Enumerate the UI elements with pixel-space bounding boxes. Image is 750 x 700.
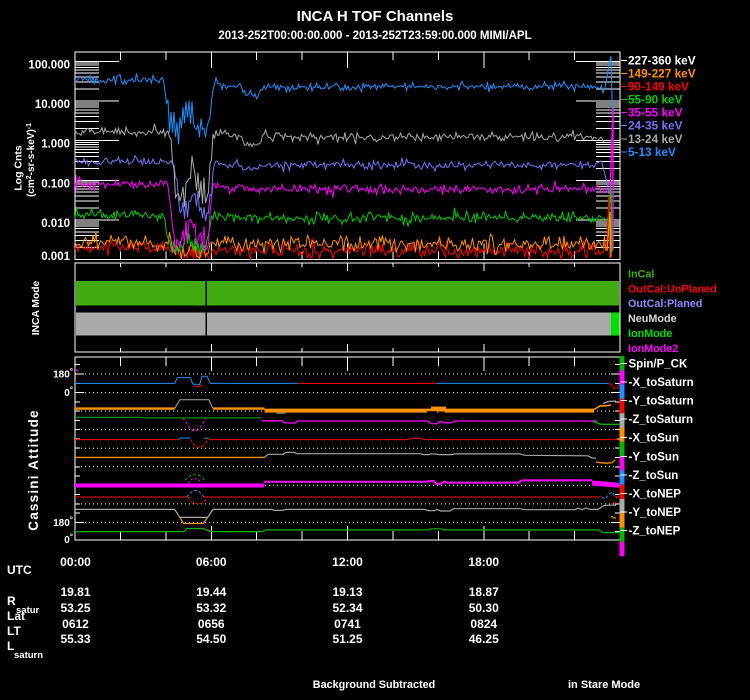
svg-text:Spin/P_CK: Spin/P_CK bbox=[629, 359, 688, 371]
svg-text:13-24 keV: 13-24 keV bbox=[628, 132, 683, 146]
svg-text:INCA H TOF Channels: INCA H TOF Channels bbox=[297, 8, 454, 25]
svg-text:12:00: 12:00 bbox=[332, 555, 363, 569]
svg-text:-Z_toNEP: -Z_toNEP bbox=[629, 525, 681, 537]
svg-text:-Y_toSaturn: -Y_toSaturn bbox=[629, 396, 694, 408]
svg-text:19.81: 19.81 bbox=[60, 585, 90, 599]
svg-text:06:00: 06:00 bbox=[196, 555, 227, 569]
svg-text:18:00: 18:00 bbox=[468, 555, 499, 569]
svg-text:54.50: 54.50 bbox=[196, 632, 226, 646]
svg-text:227-360 keV: 227-360 keV bbox=[628, 53, 696, 67]
svg-text:0.010: 0.010 bbox=[41, 218, 70, 230]
svg-text:-Z_toSun: -Z_toSun bbox=[629, 470, 679, 482]
svg-text:Log Cnts: Log Cnts bbox=[13, 145, 25, 191]
svg-text:2013-252T00:00:00.000 - 2013-2: 2013-252T00:00:00.000 - 2013-252T23:59:0… bbox=[218, 30, 531, 42]
svg-text:OutCal:Planed: OutCal:Planed bbox=[628, 298, 702, 310]
svg-text:0741: 0741 bbox=[334, 617, 361, 631]
svg-text:51.25: 51.25 bbox=[332, 632, 362, 646]
svg-text:53.32: 53.32 bbox=[196, 601, 226, 615]
svg-text:0.100: 0.100 bbox=[41, 178, 70, 190]
svg-text:(cm2-sr-s-keV)-1: (cm2-sr-s-keV)-1 bbox=[26, 123, 37, 197]
svg-text:55-90 keV: 55-90 keV bbox=[628, 93, 683, 107]
svg-text:19.13: 19.13 bbox=[332, 585, 362, 599]
svg-text:1.000: 1.000 bbox=[41, 139, 70, 151]
svg-text:InCal: InCal bbox=[628, 269, 654, 281]
svg-text:-X_toSun: -X_toSun bbox=[629, 433, 679, 445]
svg-text:10.000: 10.000 bbox=[35, 99, 70, 111]
svg-text:50.30: 50.30 bbox=[469, 601, 499, 615]
svg-text:Cassini Attitude: Cassini Attitude bbox=[26, 409, 41, 530]
svg-text:00:00: 00:00 bbox=[60, 555, 91, 569]
svg-text:35-55 keV: 35-55 keV bbox=[628, 106, 683, 120]
svg-text:R: R bbox=[7, 594, 16, 608]
svg-text:0612: 0612 bbox=[62, 617, 89, 631]
svg-text:-Y_toNEP: -Y_toNEP bbox=[629, 507, 682, 519]
svg-text:LT: LT bbox=[7, 624, 21, 638]
svg-text:Background Subtracted: Background Subtracted bbox=[313, 679, 435, 691]
svg-text:NeuMode: NeuMode bbox=[628, 313, 677, 325]
svg-text:52.34: 52.34 bbox=[332, 601, 362, 615]
svg-text:Lat: Lat bbox=[7, 609, 25, 623]
svg-text:18.87: 18.87 bbox=[469, 585, 499, 599]
svg-text:53.25: 53.25 bbox=[60, 601, 90, 615]
svg-text:149-227 keV: 149-227 keV bbox=[628, 66, 696, 80]
svg-text:UTC: UTC bbox=[7, 563, 32, 577]
svg-text:IonMode2: IonMode2 bbox=[628, 343, 678, 355]
svg-text:46.25: 46.25 bbox=[469, 632, 499, 646]
svg-text:55.33: 55.33 bbox=[60, 632, 90, 646]
svg-text:INCA Mode: INCA Mode bbox=[31, 280, 42, 335]
svg-text:5-13 keV: 5-13 keV bbox=[628, 145, 676, 159]
svg-text:0656: 0656 bbox=[198, 617, 225, 631]
svg-text:100.000: 100.000 bbox=[28, 59, 70, 71]
svg-text:-X_toSaturn: -X_toSaturn bbox=[629, 377, 694, 389]
svg-text:24-35 keV: 24-35 keV bbox=[628, 119, 683, 133]
svg-text:-Y_toSun: -Y_toSun bbox=[629, 451, 679, 463]
svg-text:-X_toNEP: -X_toNEP bbox=[629, 488, 682, 500]
svg-text:in Stare Mode: in Stare Mode bbox=[568, 679, 640, 691]
svg-text:saturn: saturn bbox=[14, 650, 43, 661]
svg-text:OutCal:UnPlaned: OutCal:UnPlaned bbox=[628, 283, 717, 295]
svg-text:0824: 0824 bbox=[470, 617, 497, 631]
svg-text:-Z_toSaturn: -Z_toSaturn bbox=[629, 414, 694, 426]
svg-text:0.001: 0.001 bbox=[41, 251, 70, 263]
svg-text:19.44: 19.44 bbox=[196, 585, 226, 599]
svg-text:90-149 keV: 90-149 keV bbox=[628, 80, 689, 94]
svg-text:IonMode: IonMode bbox=[628, 328, 672, 340]
